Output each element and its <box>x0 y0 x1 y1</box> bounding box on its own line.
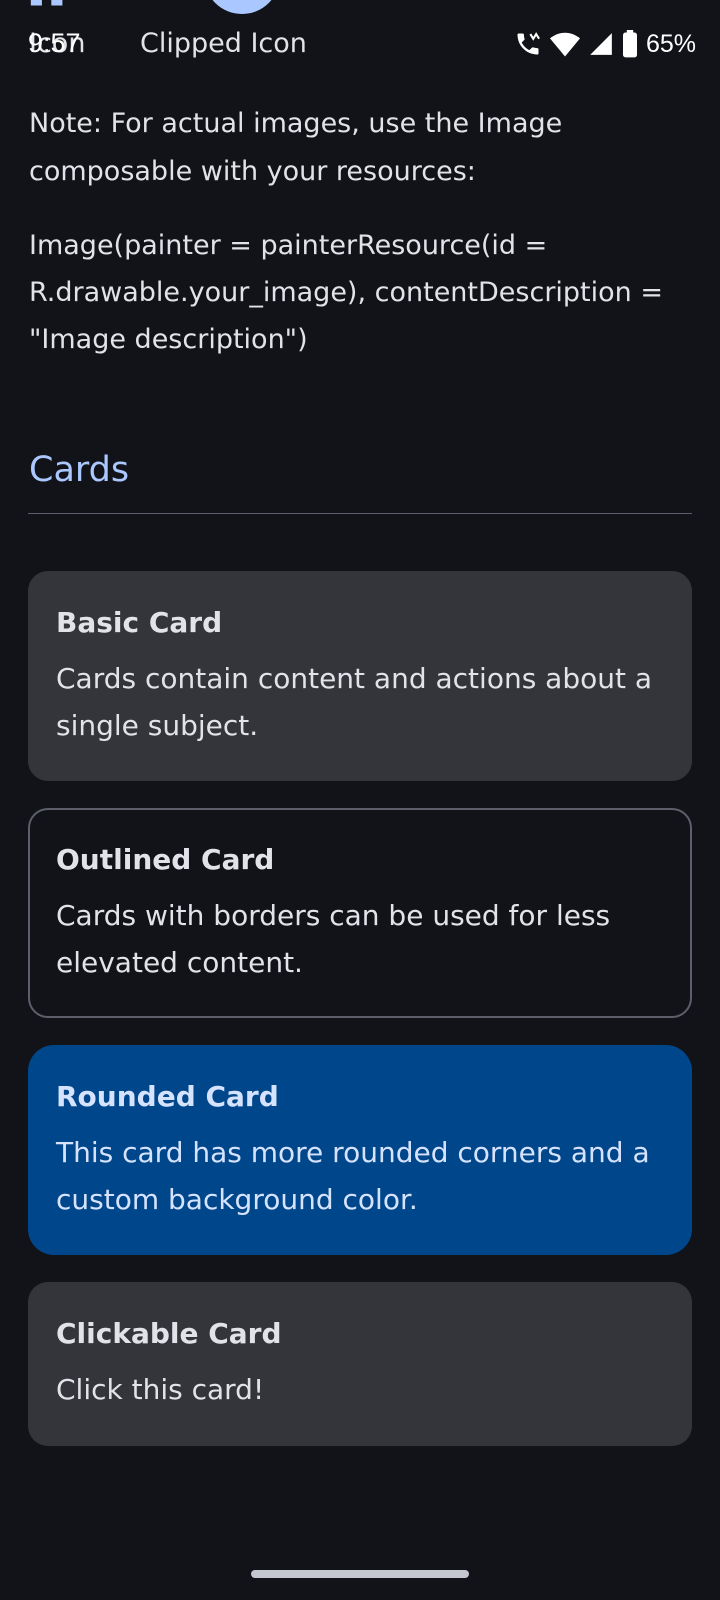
clipped-icon-label: Clipped Icon <box>140 28 307 59</box>
signal-icon <box>590 33 612 55</box>
card-title: Outlined Card <box>56 843 275 876</box>
rounded-card: Rounded Card This card has more rounded … <box>28 1045 692 1255</box>
card-title: Clickable Card <box>56 1317 282 1350</box>
wifi-icon <box>549 32 580 57</box>
home-gesture-bar[interactable] <box>251 1570 469 1578</box>
section-divider <box>28 513 692 514</box>
clickable-card[interactable]: Clickable Card Click this card! <box>28 1282 692 1446</box>
battery-percentage: 65% <box>645 29 696 58</box>
code-sample: Image(painter = painterResource(id = R.d… <box>29 230 663 355</box>
status-time: 9:57 <box>28 28 81 58</box>
card-body: Cards contain content and actions about … <box>56 662 653 742</box>
section-title-cards: Cards <box>29 450 130 490</box>
card-title: Basic Card <box>56 606 223 639</box>
card-title: Rounded Card <box>56 1080 279 1113</box>
clipped-circle-image <box>204 0 280 14</box>
screen: ▮▮ Icon Clipped Icon 9:57 65% Note: For … <box>0 0 720 1600</box>
basic-card: Basic Card Cards contain content and act… <box>28 571 692 781</box>
battery-icon <box>622 30 637 58</box>
card-body: Cards with borders can be used for less … <box>56 899 611 979</box>
wifi-calling-icon <box>517 32 540 55</box>
outlined-card: Outlined Card Cards with borders can be … <box>28 808 692 1018</box>
card-body: Click this card! <box>56 1373 265 1406</box>
status-icons: 65% <box>514 28 696 60</box>
clipped-image-icon: ▮▮ <box>28 0 96 8</box>
card-body: This card has more rounded corners and a… <box>56 1136 650 1216</box>
image-note: Note: For actual images, use the Image c… <box>29 108 563 187</box>
